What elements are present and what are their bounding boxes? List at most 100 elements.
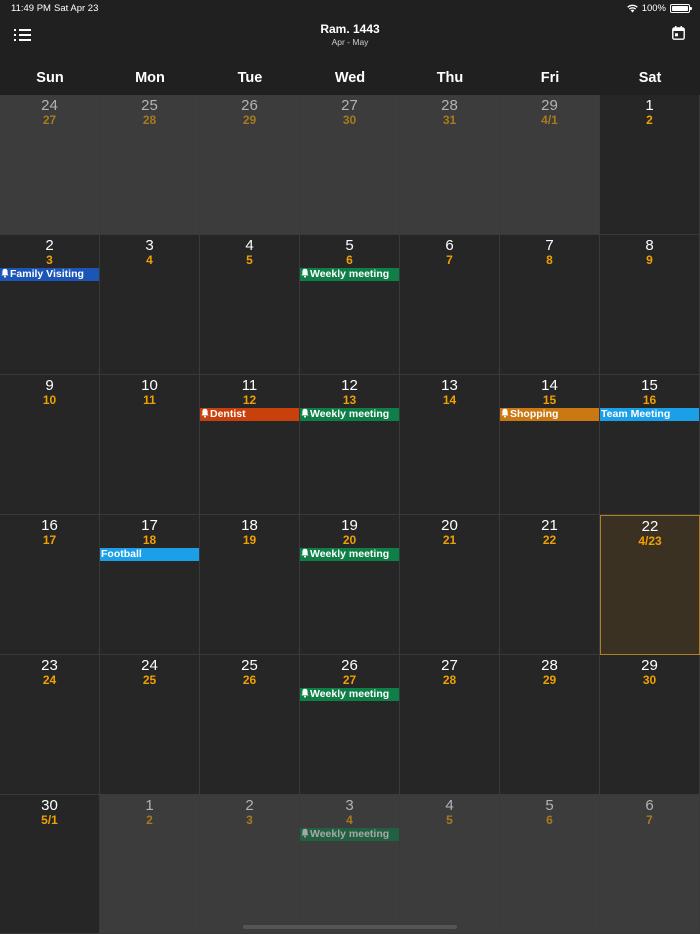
bell-icon xyxy=(301,408,309,421)
gregorian-date: 30 xyxy=(41,797,58,814)
gregorian-date: 2 xyxy=(45,237,54,254)
weekday-fri: Fri xyxy=(540,70,560,86)
day-cell[interactable]: 27 30 xyxy=(300,95,400,235)
day-cell[interactable]: 89 xyxy=(600,235,700,375)
day-cell[interactable]: 28 31 xyxy=(400,95,500,235)
gregorian-date: 4 xyxy=(245,237,254,254)
gregorian-date: 28 xyxy=(441,97,458,114)
weekday-header: Sun Mon Tue Wed Thu Fri Sat xyxy=(0,62,700,95)
wifi-icon xyxy=(626,4,638,13)
day-cell[interactable]: 16 17 xyxy=(0,515,100,655)
gregorian-date: 13 xyxy=(441,377,458,394)
day-cell[interactable]: 24 25 xyxy=(100,655,200,795)
day-cell[interactable]: 5 6 Weekly meeting xyxy=(300,235,400,375)
calendar-today-icon[interactable] xyxy=(672,26,685,40)
day-cell[interactable]: 15 16 Team Meeting xyxy=(600,375,700,515)
day-cell[interactable]: 2 3 Family Visiting xyxy=(0,235,100,375)
hijri-date: 8 xyxy=(546,253,553,267)
event-chip[interactable]: Weekly meeting xyxy=(300,548,399,561)
day-cell[interactable]: 67 xyxy=(400,235,500,375)
day-cell[interactable]: 12 xyxy=(600,95,700,235)
day-cell[interactable]: 18 19 xyxy=(200,515,300,655)
day-cell[interactable]: 12 xyxy=(100,795,200,934)
event-chip[interactable]: Weekly meeting xyxy=(300,828,399,841)
hijri-date: 11 xyxy=(143,393,156,407)
day-cell-today[interactable]: 22 4/23 xyxy=(600,515,700,655)
gregorian-date: 3 xyxy=(345,797,354,814)
event-chip[interactable]: Team Meeting xyxy=(600,408,699,421)
gregorian-date: 12 xyxy=(341,377,358,394)
gregorian-date: 15 xyxy=(641,377,658,394)
day-cell[interactable]: 23 24 xyxy=(0,655,100,795)
day-cell[interactable]: 24 27 xyxy=(0,95,100,235)
gregorian-date: 6 xyxy=(445,237,454,254)
day-cell[interactable]: 45 xyxy=(200,235,300,375)
hijri-date: 27 xyxy=(342,673,357,687)
hijri-date: 28 xyxy=(442,673,457,687)
day-cell[interactable]: 27 28 xyxy=(400,655,500,795)
day-cell[interactable]: 25 26 xyxy=(200,655,300,795)
day-cell[interactable]: 10 11 xyxy=(100,375,200,515)
gregorian-date: 4 xyxy=(445,797,454,814)
event-title: Weekly meeting xyxy=(310,548,390,560)
day-cell[interactable]: 20 21 xyxy=(400,515,500,655)
day-cell[interactable]: 25 28 xyxy=(100,95,200,235)
hijri-date: 10 xyxy=(42,393,57,407)
bell-icon xyxy=(301,268,309,281)
day-cell[interactable]: 9 10 xyxy=(0,375,100,515)
gregorian-date: 23 xyxy=(41,657,58,674)
gregorian-date: 8 xyxy=(645,237,654,254)
gregorian-date: 10 xyxy=(141,377,158,394)
event-chip[interactable]: Shopping xyxy=(500,408,599,421)
day-cell[interactable]: 26 27 Weekly meeting xyxy=(300,655,400,795)
event-chip[interactable]: Family Visiting xyxy=(0,268,99,281)
gregorian-date: 18 xyxy=(241,517,258,534)
gregorian-date: 7 xyxy=(545,237,554,254)
day-cell[interactable]: 26 29 xyxy=(200,95,300,235)
day-cell[interactable]: 23 xyxy=(200,795,300,934)
event-title: Weekly meeting xyxy=(310,828,390,840)
day-cell[interactable]: 78 xyxy=(500,235,600,375)
event-chip[interactable]: Weekly meeting xyxy=(300,268,399,281)
weekday-wed: Wed xyxy=(334,70,366,86)
day-cell[interactable]: 29 30 xyxy=(600,655,700,795)
hijri-date: 26 xyxy=(242,673,257,687)
day-cell[interactable]: 11 12 Dentist xyxy=(200,375,300,515)
day-cell[interactable]: 30 5/1 xyxy=(0,795,100,934)
gregorian-date: 27 xyxy=(441,657,458,674)
event-chip[interactable]: Football xyxy=(100,548,199,561)
hijri-date: 18 xyxy=(142,533,157,547)
gregorian-date: 28 xyxy=(541,657,558,674)
gregorian-date: 26 xyxy=(341,657,358,674)
day-cell[interactable]: 34 xyxy=(100,235,200,375)
day-cell[interactable]: 17 18 Football xyxy=(100,515,200,655)
day-cell[interactable]: 3 4 Weekly meeting xyxy=(300,795,400,934)
hijri-date: 4/23 xyxy=(638,534,662,548)
gregorian-date: 5 xyxy=(545,797,554,814)
gregorian-date: 27 xyxy=(341,97,358,114)
weekday-mon: Mon xyxy=(135,70,165,86)
event-chip[interactable]: Dentist xyxy=(200,408,299,421)
hijri-date: 3 xyxy=(246,813,253,827)
day-cell[interactable]: 28 29 xyxy=(500,655,600,795)
day-cell[interactable]: 13 14 xyxy=(400,375,500,515)
event-title: Shopping xyxy=(510,408,559,420)
day-cell[interactable]: 12 13 Weekly meeting xyxy=(300,375,400,515)
hijri-date: 9 xyxy=(646,253,653,267)
day-cell[interactable]: 67 xyxy=(600,795,700,934)
hijri-date: 5 xyxy=(246,253,253,267)
day-cell[interactable]: 21 22 xyxy=(500,515,600,655)
gregorian-date: 2 xyxy=(245,797,254,814)
day-cell[interactable]: 14 15 Shopping xyxy=(500,375,600,515)
hijri-date: 5 xyxy=(446,813,453,827)
day-cell[interactable]: 29 4/1 xyxy=(500,95,600,235)
day-cell[interactable]: 56 xyxy=(500,795,600,934)
event-chip[interactable]: Weekly meeting xyxy=(300,688,399,701)
day-cell[interactable]: 45 xyxy=(400,795,500,934)
hijri-date: 16 xyxy=(642,393,657,407)
gregorian-date: 1 xyxy=(645,97,654,114)
weekday-sat: Sat xyxy=(638,70,662,86)
event-chip[interactable]: Weekly meeting xyxy=(300,408,399,421)
event-title: Dentist xyxy=(210,408,246,420)
day-cell[interactable]: 19 20 Weekly meeting xyxy=(300,515,400,655)
